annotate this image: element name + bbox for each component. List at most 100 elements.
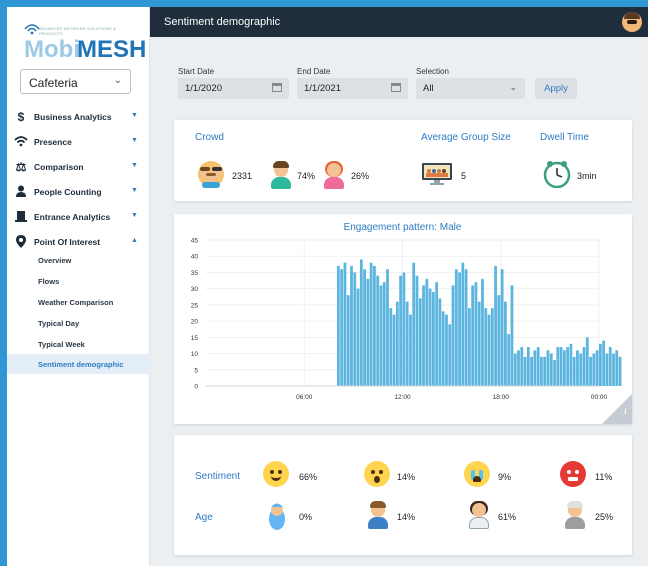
chart-bar[interactable] [409, 314, 412, 386]
chart-bar[interactable] [536, 347, 540, 386]
chart-bar[interactable] [353, 272, 357, 386]
chart-bar[interactable] [425, 278, 429, 386]
chart-bar[interactable] [549, 353, 553, 386]
chart-bar[interactable] [618, 356, 622, 386]
chart-bar[interactable] [520, 347, 524, 386]
chart-bar[interactable] [451, 285, 455, 386]
chart-bar[interactable] [405, 301, 409, 386]
chart-bar[interactable] [566, 347, 570, 386]
chart-bar[interactable] [494, 265, 497, 386]
chart-bar[interactable] [513, 353, 517, 386]
chart-bar[interactable] [540, 356, 543, 386]
download-icon[interactable]: ⭳ [624, 404, 627, 420]
chart-bar[interactable] [471, 285, 475, 386]
chart-bar[interactable] [599, 343, 602, 386]
apply-button[interactable]: Apply [535, 78, 577, 99]
chart-bar[interactable] [504, 301, 507, 386]
sidebar-subitem-sentiment-demographic[interactable]: Sentiment demographic [7, 354, 150, 374]
chart-bar[interactable] [510, 285, 514, 386]
chart-bar[interactable] [484, 308, 488, 386]
chart-bar[interactable] [418, 298, 422, 386]
chart-bar[interactable] [500, 269, 504, 386]
chart-bar[interactable] [559, 347, 563, 386]
chart-bar[interactable] [431, 291, 435, 386]
chart-bar[interactable] [458, 272, 461, 386]
chart-bar[interactable] [608, 347, 612, 386]
chart-bar[interactable] [556, 347, 560, 386]
sidebar-item-people-counting[interactable]: People Counting ▼ [7, 182, 150, 204]
chart-bar[interactable] [402, 272, 406, 386]
sidebar-item-entrance-analytics[interactable]: Entrance Analytics ▼ [7, 207, 150, 229]
chart-bar[interactable] [533, 350, 537, 386]
chart-bar[interactable] [461, 262, 465, 386]
chart-bar[interactable] [576, 350, 579, 386]
chart-bar[interactable] [546, 350, 550, 386]
chart-bar[interactable] [428, 288, 432, 386]
start-date-field[interactable]: 1/1/2020 [178, 78, 289, 99]
chart-bar[interactable] [517, 350, 520, 386]
calendar-icon[interactable] [391, 83, 401, 92]
chart-bar[interactable] [346, 295, 350, 386]
chart-bar[interactable] [376, 275, 380, 386]
chart-bar[interactable] [523, 356, 527, 386]
chart-bar[interactable] [474, 282, 478, 386]
sidebar-subitem-typical-week[interactable]: Typical Week [7, 334, 150, 354]
chart-bar[interactable] [448, 324, 452, 386]
chart-bar[interactable] [382, 282, 386, 386]
sidebar-item-business-analytics[interactable]: $ Business Analytics ▼ [7, 107, 150, 129]
chart-bar[interactable] [543, 356, 547, 386]
chart-bar[interactable] [497, 295, 501, 386]
sidebar-subitem-weather-comparison[interactable]: Weather Comparison [7, 292, 150, 312]
chart-bar[interactable] [481, 278, 484, 386]
sidebar-subitem-typical-day[interactable]: Typical Day [7, 313, 150, 333]
chart-bar[interactable] [579, 353, 583, 386]
chart-bar[interactable] [589, 356, 592, 386]
chart-bar[interactable] [373, 265, 376, 386]
chart-bar[interactable] [386, 269, 389, 386]
chart-bar[interactable] [350, 265, 353, 386]
chart-bar[interactable] [612, 353, 615, 386]
chart-bar[interactable] [399, 275, 402, 386]
sidebar-item-presence[interactable]: Presence ▼ [7, 132, 150, 154]
chart-bar[interactable] [592, 353, 596, 386]
chart-bar[interactable] [441, 311, 445, 386]
chart-bar[interactable] [337, 265, 340, 386]
chart-bar[interactable] [553, 360, 556, 386]
chart-bar[interactable] [415, 275, 419, 386]
chart-bar[interactable] [422, 285, 425, 386]
calendar-icon[interactable] [272, 83, 282, 92]
chart-bar[interactable] [363, 269, 366, 386]
chart-bar[interactable] [438, 298, 442, 386]
chart-bar[interactable] [562, 350, 566, 386]
chart-bar[interactable] [366, 278, 370, 386]
chart-bar[interactable] [585, 337, 589, 386]
chart-bar[interactable] [602, 340, 606, 386]
chart-bar[interactable] [487, 314, 491, 386]
chart-bar[interactable] [464, 269, 468, 386]
chart-bar[interactable] [468, 308, 471, 386]
chart-bar[interactable] [389, 308, 393, 386]
chart-bar[interactable] [343, 262, 347, 386]
chart-bar[interactable] [477, 301, 481, 386]
chart-bar[interactable] [582, 347, 586, 386]
chart-bar[interactable] [392, 314, 396, 386]
chart-bar[interactable] [412, 262, 416, 386]
chart-bar[interactable] [490, 308, 494, 386]
end-date-field[interactable]: 1/1/2021 [297, 78, 408, 99]
chart-bar[interactable] [340, 269, 344, 386]
sidebar-subitem-flows[interactable]: Flows [7, 271, 150, 291]
chart-bar[interactable] [526, 347, 530, 386]
chart-bar[interactable] [530, 356, 533, 386]
chart-bar[interactable] [507, 334, 511, 386]
chart-bar[interactable] [595, 350, 599, 386]
sidebar-item-comparison[interactable]: ⚖ Comparison ▼ [7, 157, 150, 179]
avatar[interactable] [622, 12, 642, 32]
chart-bar[interactable] [615, 350, 619, 386]
chart-bar[interactable] [435, 282, 439, 386]
sidebar-subitem-overview[interactable]: Overview [7, 250, 150, 270]
selection-select[interactable]: All ⌄ [416, 78, 525, 99]
chart-bar[interactable] [445, 314, 448, 386]
chart-bar[interactable] [356, 288, 360, 386]
site-select[interactable]: Cafeteria ⌄ [20, 69, 131, 94]
chart-bar[interactable] [569, 343, 573, 386]
